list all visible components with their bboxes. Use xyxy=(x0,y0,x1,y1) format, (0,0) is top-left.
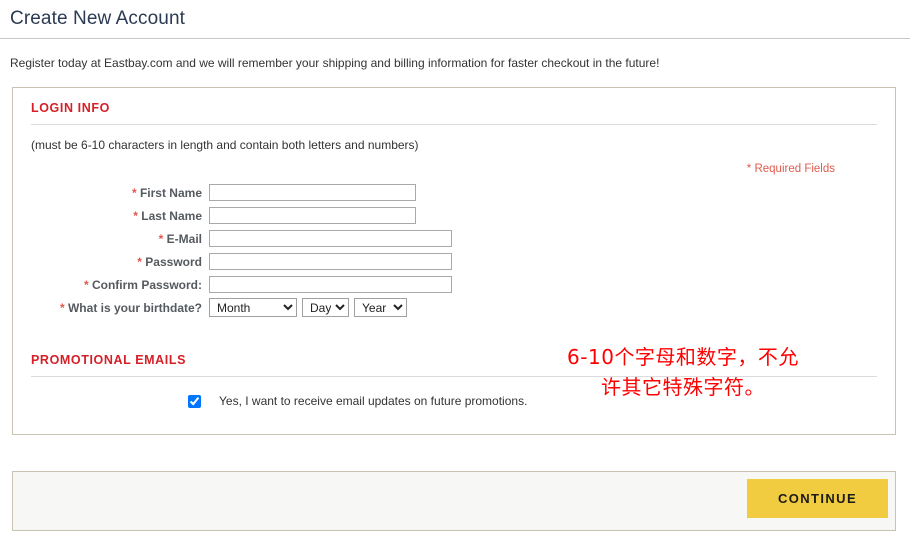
first-name-label: * First Name xyxy=(13,186,209,200)
required-fields-note: * Required Fields xyxy=(746,163,835,175)
password-label-text: Password xyxy=(145,254,202,269)
required-asterisk: * xyxy=(83,277,89,292)
birthdate-day-select[interactable]: Day xyxy=(302,298,349,317)
birthdate-label: * What is your birthdate? xyxy=(13,301,209,315)
required-asterisk: * xyxy=(133,208,138,223)
email-label-text: E-Mail xyxy=(166,231,202,246)
form-row-password: * Password xyxy=(13,250,895,273)
required-asterisk: * xyxy=(131,185,137,200)
create-account-panel: LOGIN INFO (must be 6-10 characters in l… xyxy=(12,87,896,435)
form-row-email: * E-Mail xyxy=(13,227,895,250)
first-name-label-text: First Name xyxy=(139,185,202,200)
form-row-first-name: * First Name xyxy=(13,181,895,204)
required-asterisk: * xyxy=(158,231,164,246)
intro-text: Register today at Eastbay.com and we wil… xyxy=(10,56,660,70)
chinese-password-annotation: 6-10个字母和数字，不允 许其它特殊字符。 xyxy=(533,342,833,402)
form-footer: CONTINUE xyxy=(12,471,896,531)
last-name-label-text: Last Name xyxy=(141,208,202,223)
first-name-input[interactable] xyxy=(209,184,416,201)
page-title: Create New Account xyxy=(10,8,185,29)
password-input[interactable] xyxy=(209,253,452,270)
promotional-emails-label: Yes, I want to receive email updates on … xyxy=(219,394,528,408)
required-asterisk: * xyxy=(59,300,65,315)
required-asterisk: * xyxy=(137,254,142,269)
confirm-password-input[interactable] xyxy=(209,276,452,293)
login-info-section: LOGIN INFO (must be 6-10 characters in l… xyxy=(13,88,895,434)
last-name-input[interactable] xyxy=(209,207,416,224)
form-row-confirm-password: * Confirm Password: xyxy=(13,273,895,296)
birthdate-year-select[interactable]: Year xyxy=(354,298,407,317)
confirm-password-label: * Confirm Password: xyxy=(13,278,209,292)
form-row-birthdate: * What is your birthdate? Month Day Year xyxy=(13,296,895,319)
email-label: * E-Mail xyxy=(13,232,209,246)
email-input[interactable] xyxy=(209,230,452,247)
birthdate-label-text: What is your birthdate? xyxy=(67,300,202,315)
registration-form: * First Name * Last Name * E-Mail * Pass… xyxy=(13,175,895,331)
login-info-heading: LOGIN INFO xyxy=(31,101,110,115)
password-label: * Password xyxy=(13,255,209,269)
chinese-annotation-line-1: 6-10个字母和数字，不允 xyxy=(567,345,799,369)
birthdate-month-select[interactable]: Month xyxy=(209,298,297,317)
page-header: Create New Account xyxy=(0,0,910,39)
promotional-emails-checkbox[interactable] xyxy=(188,394,201,408)
confirm-password-label-text: Confirm Password: xyxy=(91,277,202,292)
form-row-last-name: * Last Name xyxy=(13,204,895,227)
password-requirement-note: (must be 6-10 characters in length and c… xyxy=(31,138,419,152)
continue-button[interactable]: CONTINUE xyxy=(747,479,888,518)
chinese-annotation-line-2: 许其它特殊字符。 xyxy=(601,375,765,399)
last-name-label: * Last Name xyxy=(13,209,209,223)
